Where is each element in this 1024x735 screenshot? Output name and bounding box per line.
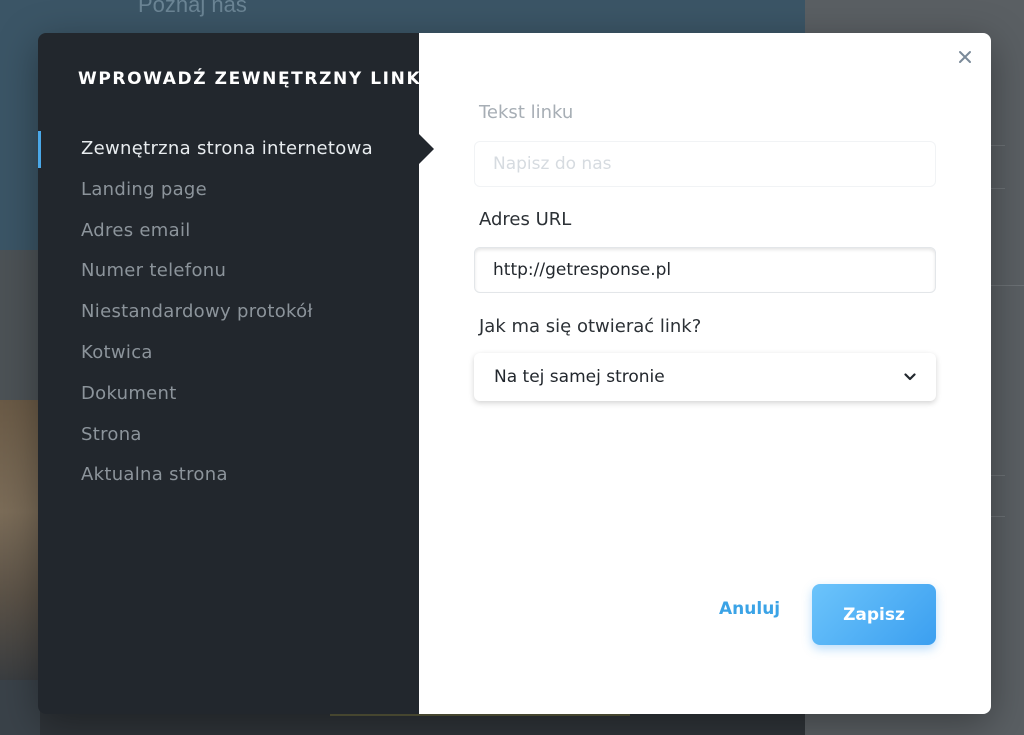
link-type-phone[interactable]: Numer telefonu [38,251,419,292]
active-item-pointer [418,133,434,165]
open-mode-label: Jak ma się otwierać link? [479,316,702,337]
url-input[interactable] [474,247,936,293]
link-type-list: Zewnętrzna strona internetowa Landing pa… [38,129,419,496]
close-icon-glyph [959,51,971,63]
link-type-email[interactable]: Adres email [38,211,419,252]
background-field [990,145,1005,189]
open-mode-select[interactable]: Na tej samej stronie [474,353,936,401]
link-type-custom-protocol[interactable]: Niestandardowy protokół [38,292,419,333]
chevron-down-icon [904,371,916,383]
modal-title: WPROWADŹ ZEWNĘTRZNY LINK [78,69,422,89]
link-type-current-page[interactable]: Aktualna strona [38,455,419,496]
background-header-text: Poznaj nas [138,0,247,17]
background-field [990,475,1005,517]
close-icon[interactable] [955,47,975,67]
link-type-anchor[interactable]: Kotwica [38,333,419,374]
background-divider [990,285,1024,286]
link-text-label: Tekst linku [479,102,574,123]
open-mode-value: Na tej samej stronie [494,367,665,387]
url-label: Adres URL [479,209,572,230]
cancel-button[interactable]: Anuluj [719,599,780,619]
link-type-landing-page[interactable]: Landing page [38,170,419,211]
background-image [0,400,40,680]
link-type-sidebar: WPROWADŹ ZEWNĘTRZNY LINK Zewnętrzna stro… [38,33,422,714]
save-button[interactable]: Zapisz [812,584,936,645]
link-type-external-website[interactable]: Zewnętrzna strona internetowa [38,129,419,170]
link-form: Tekst linku Adres URL Jak ma się otwiera… [419,33,991,714]
link-text-input[interactable] [474,141,936,187]
link-type-page[interactable]: Strona [38,415,419,456]
link-type-document[interactable]: Dokument [38,374,419,415]
external-link-modal: WPROWADŹ ZEWNĘTRZNY LINK Zewnętrzna stro… [38,33,991,714]
